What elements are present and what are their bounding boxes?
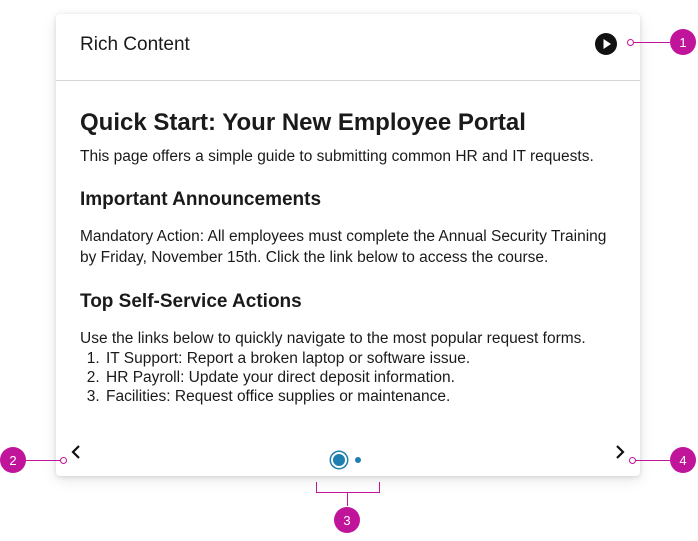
callout-marker (629, 457, 636, 464)
pagination-dot-active[interactable] (331, 452, 347, 468)
section-heading-announcements: Important Announcements (80, 189, 322, 210)
callout-line (634, 460, 674, 461)
card-header: Rich Content (56, 14, 640, 81)
section-heading-actions: Top Self-Service Actions (80, 291, 302, 312)
next-chevron-icon[interactable] (612, 444, 628, 460)
callout-1-badge: 1 (670, 29, 696, 55)
callout-line (347, 492, 348, 506)
rich-content-card: Rich Content Quick Start: Your New Emplo… (56, 14, 640, 476)
pagination-dot[interactable] (355, 457, 361, 463)
callout-2-badge: 2 (0, 447, 26, 473)
callout-line (632, 42, 672, 43)
callout-bracket (316, 482, 380, 493)
previous-chevron-icon[interactable] (68, 444, 84, 460)
actions-intro: Use the links below to quickly navigate … (80, 330, 586, 347)
announcement-text: Mandatory Action: All employees must com… (80, 228, 607, 266)
actions-list: IT Support: Report a broken laptop or so… (80, 349, 620, 406)
play-icon[interactable] (595, 33, 617, 55)
list-item: Facilities: Request office supplies or m… (104, 387, 620, 406)
callout-4-badge: 4 (670, 447, 696, 473)
card-title: Rich Content (80, 34, 190, 55)
content-body: Quick Start: Your New Employee Portal Th… (80, 108, 620, 406)
content-heading: Quick Start: Your New Employee Portal (80, 109, 526, 136)
callout-line (26, 460, 62, 461)
list-item: HR Payroll: Update your direct deposit i… (104, 368, 620, 387)
list-item: IT Support: Report a broken laptop or so… (104, 349, 620, 368)
callout-marker (60, 457, 67, 464)
content-intro: This page offers a simple guide to submi… (80, 148, 594, 165)
callout-3-badge: 3 (334, 507, 360, 533)
callout-marker (627, 39, 634, 46)
